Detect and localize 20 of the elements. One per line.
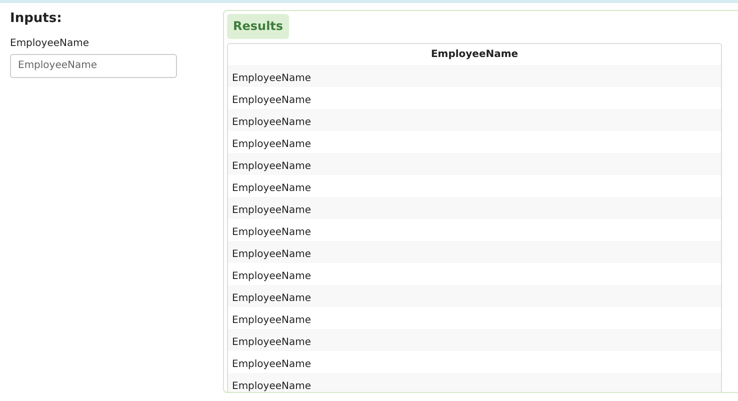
- inputs-heading: Inputs:: [10, 10, 62, 28]
- table-cell: EmployeeName: [232, 95, 312, 106]
- table-cell: EmployeeName: [232, 293, 312, 304]
- table-cell: EmployeeName: [232, 315, 312, 326]
- table-cell: EmployeeName: [232, 381, 312, 392]
- table-cell: EmployeeName: [232, 139, 312, 150]
- table-cell: EmployeeName: [232, 359, 312, 370]
- table-cell: EmployeeName: [232, 249, 312, 260]
- table-cell: EmployeeName: [232, 117, 312, 128]
- table-cell: EmployeeName: [232, 337, 312, 348]
- table-cell: EmployeeName: [232, 205, 312, 216]
- table-cell: EmployeeName: [232, 271, 312, 282]
- results-heading: Results: [227, 14, 290, 39]
- field-label: EmployeeName: [10, 37, 90, 51]
- table-cell: EmployeeName: [232, 161, 312, 172]
- table-cell: EmployeeName: [232, 183, 312, 194]
- input-field[interactable]: EmployeeName: [10, 54, 177, 78]
- table-cell: EmployeeName: [232, 227, 312, 238]
- table-cell: EmployeeName: [232, 73, 312, 84]
- column-header: EmployeeName: [430, 48, 520, 62]
